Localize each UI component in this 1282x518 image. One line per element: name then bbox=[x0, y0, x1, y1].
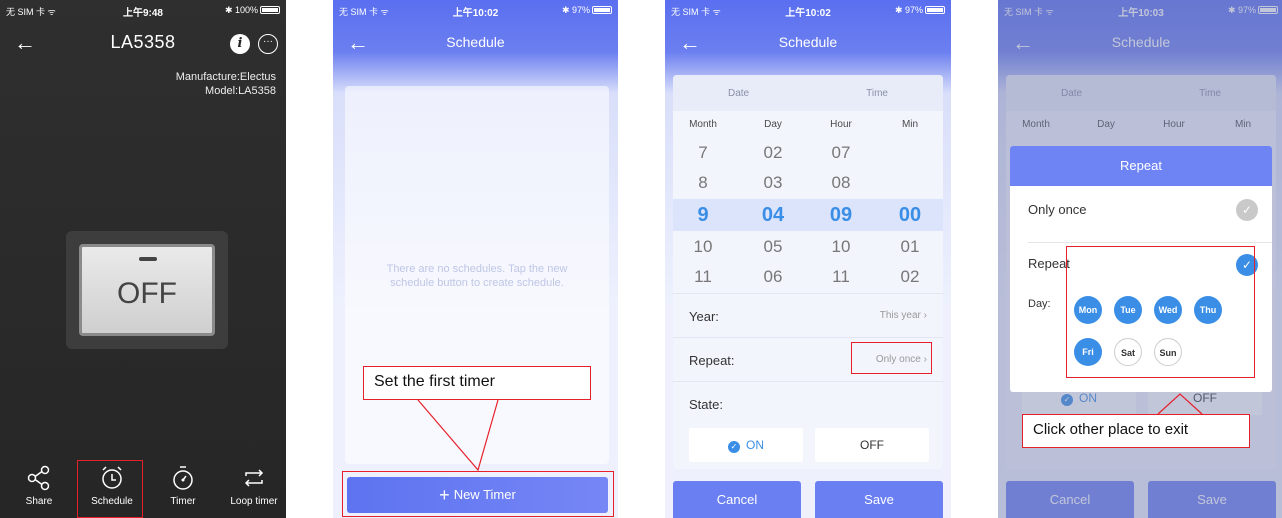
more-options-icon[interactable]: ··· bbox=[258, 34, 278, 54]
callout-pointer bbox=[417, 399, 499, 472]
tab-label: Loop timer bbox=[230, 496, 278, 507]
schedule-form-card: Date Time Month Day Hour Min 7 02 07 8 0… bbox=[673, 75, 943, 469]
year-value-text: This year bbox=[879, 310, 921, 321]
state-on-button[interactable]: ✓ ON bbox=[689, 428, 803, 462]
year-value: This year › bbox=[880, 310, 927, 321]
power-switch[interactable]: OFF bbox=[79, 244, 215, 336]
switch-notch bbox=[139, 257, 157, 261]
battery-indicator: ✱ 100% bbox=[225, 5, 280, 16]
month-value: 7 bbox=[698, 143, 708, 162]
year-row[interactable]: Year: This year › bbox=[673, 293, 943, 337]
status-bar: 无 SIM 卡 ᯤ 上午10:02 ✱ 97% bbox=[665, 0, 951, 20]
chevron-right-icon: › bbox=[923, 310, 927, 321]
tab-share[interactable]: Share bbox=[9, 460, 69, 507]
on-label: ON bbox=[746, 438, 764, 452]
info-icon[interactable]: i bbox=[230, 34, 250, 54]
device-meta: Manufacture:Electus Model:LA5358 bbox=[176, 70, 276, 98]
column-day: Day bbox=[764, 119, 782, 130]
tab-loop-timer[interactable]: Loop timer bbox=[224, 460, 284, 507]
bottom-tab-bar: Share Schedule Timer Loop timer bbox=[0, 456, 286, 518]
state-label: State: bbox=[689, 397, 723, 412]
manufacturer-label: Manufacture:Electus bbox=[175, 71, 276, 83]
picker-row[interactable]: 10 05 10 01 bbox=[673, 233, 943, 261]
month-value: 10 bbox=[693, 237, 713, 256]
battery-icon bbox=[260, 6, 280, 14]
highlight-schedule-tab bbox=[77, 460, 143, 518]
model-label: Model:LA5358 bbox=[205, 85, 276, 97]
page-title: Schedule bbox=[778, 34, 838, 50]
min-value: 01 bbox=[900, 237, 920, 256]
highlight-repeat-value bbox=[851, 342, 932, 374]
battery-indicator: ✱ 97% bbox=[895, 5, 945, 16]
day-value: 03 bbox=[763, 173, 783, 192]
cancel-label: Cancel bbox=[716, 492, 758, 507]
nav-bar: ← Schedule bbox=[665, 28, 951, 60]
callout-exit-hint: Click other place to exit bbox=[1022, 414, 1250, 448]
hour-value: 09 bbox=[829, 204, 853, 226]
year-label: Year: bbox=[689, 309, 719, 324]
month-value: 8 bbox=[698, 173, 708, 192]
tab-timer[interactable]: Timer bbox=[153, 460, 213, 507]
schedule-edit-screen: 无 SIM 卡 ᯤ 上午10:02 ✱ 97% ← Schedule Date … bbox=[665, 0, 951, 518]
repeat-dialog-screen: 无 SIM 卡 ᯤ 上午10:03 ✱ 97% ← Schedule Date … bbox=[998, 0, 1282, 518]
schedule-list-screen: 无 SIM 卡 ᯤ 上午10:02 ✱ 97% ← Schedule There… bbox=[333, 0, 618, 518]
share-icon bbox=[9, 460, 69, 496]
min-value: 02 bbox=[900, 267, 920, 286]
date-header: Date bbox=[728, 88, 750, 99]
tab-label: Timer bbox=[170, 496, 196, 507]
month-value: 9 bbox=[697, 204, 709, 226]
picker-row[interactable]: 11 06 11 02 bbox=[673, 263, 943, 291]
min-value: 00 bbox=[898, 204, 922, 226]
check-icon: ✓ bbox=[728, 441, 740, 453]
device-screen: 无 SIM 卡 ᯤ 上午9:48 ✱ 100% ← LA5358 i ··· M… bbox=[0, 0, 286, 518]
battery-icon bbox=[925, 6, 945, 14]
switch-state-label: OFF bbox=[117, 277, 177, 310]
picker-column-headers: Month Day Hour Min bbox=[673, 111, 943, 137]
day-value: 02 bbox=[763, 143, 783, 162]
picker-header: Date Time bbox=[673, 75, 943, 111]
picker-row[interactable]: 8 03 08 bbox=[673, 169, 943, 197]
battery-label: ✱ 97% bbox=[894, 5, 923, 15]
battery-label: ✱ 100% bbox=[224, 5, 258, 15]
state-off-button[interactable]: OFF bbox=[815, 428, 929, 462]
day-value: 04 bbox=[761, 204, 785, 226]
hour-value: 11 bbox=[832, 267, 850, 286]
hour-value: 10 bbox=[831, 237, 851, 256]
column-month: Month bbox=[689, 119, 717, 130]
picker-row[interactable]: 7 02 07 bbox=[673, 139, 943, 167]
state-row: State: bbox=[673, 381, 943, 425]
column-hour: Hour bbox=[830, 119, 852, 130]
power-switch-container: OFF bbox=[66, 231, 228, 349]
tab-label: Share bbox=[25, 496, 53, 507]
save-button[interactable]: Save bbox=[815, 481, 943, 518]
hour-value: 07 bbox=[831, 143, 851, 162]
off-label: OFF bbox=[860, 438, 884, 452]
column-min: Min bbox=[901, 119, 919, 130]
cancel-button[interactable]: Cancel bbox=[673, 481, 801, 518]
loop-icon bbox=[224, 460, 284, 496]
day-value: 06 bbox=[763, 267, 783, 286]
hour-value: 08 bbox=[831, 173, 851, 192]
month-value: 11 bbox=[694, 267, 712, 286]
stopwatch-icon bbox=[153, 460, 213, 496]
callout-text: Click other place to exit bbox=[1033, 421, 1189, 438]
picker-row-selected[interactable]: 9 04 09 00 bbox=[673, 199, 943, 231]
repeat-label: Repeat: bbox=[689, 353, 735, 368]
nav-bar: ← LA5358 i ··· bbox=[0, 28, 286, 60]
save-label: Save bbox=[864, 492, 894, 507]
time-header: Time bbox=[866, 88, 888, 99]
day-value: 05 bbox=[763, 237, 783, 256]
status-bar: 无 SIM 卡 ᯤ 上午9:48 ✱ 100% bbox=[0, 0, 286, 20]
